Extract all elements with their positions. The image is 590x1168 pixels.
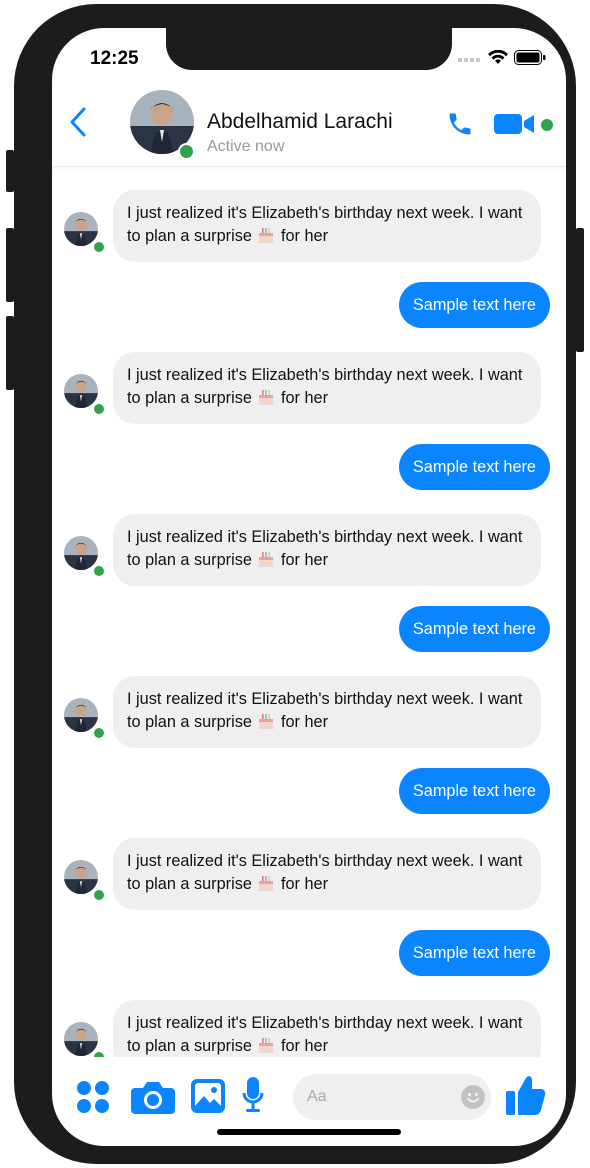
online-status-dot — [92, 564, 106, 578]
phone-icon[interactable] — [446, 110, 474, 138]
volume-up-button — [6, 228, 14, 302]
incoming-message-row: I just realized it's Elizabeth's birthda… — [52, 190, 566, 262]
incoming-message-bubble[interactable]: I just realized it's Elizabeth's birthda… — [113, 676, 541, 748]
silent-switch — [6, 150, 14, 192]
outgoing-message-row: Sample text here — [52, 444, 566, 490]
message-text: Sample text here — [412, 620, 536, 638]
incoming-message-bubble[interactable]: I just realized it's Elizabeth's birthda… — [113, 1000, 541, 1057]
outgoing-message-row: Sample text here — [52, 930, 566, 976]
camera-icon[interactable] — [131, 1080, 175, 1114]
outgoing-message-bubble[interactable]: Sample text here — [398, 282, 550, 328]
message-list[interactable]: I just realized it's Elizabeth's birthda… — [52, 167, 566, 1057]
birthday-cake-emoji — [256, 386, 276, 412]
incoming-message-bubble[interactable]: I just realized it's Elizabeth's birthda… — [113, 190, 541, 262]
birthday-cake-emoji — [256, 548, 276, 574]
grid-dots-icon[interactable] — [76, 1080, 110, 1114]
birthday-cake-emoji — [256, 710, 276, 736]
incoming-message-row: I just realized it's Elizabeth's birthda… — [52, 352, 566, 424]
birthday-cake-emoji — [256, 1034, 276, 1057]
incoming-message-bubble[interactable]: I just realized it's Elizabeth's birthda… — [113, 352, 541, 424]
image-icon[interactable] — [190, 1078, 226, 1114]
birthday-cake-emoji — [256, 224, 276, 250]
outgoing-message-bubble[interactable]: Sample text here — [398, 444, 550, 490]
message-text-tail: for her — [280, 1037, 329, 1055]
sender-avatar[interactable] — [64, 536, 98, 570]
video-camera-icon[interactable] — [494, 112, 538, 136]
message-text-tail: for her — [280, 551, 329, 569]
chevron-left-icon[interactable] — [68, 106, 90, 138]
message-text-tail: for her — [280, 713, 329, 731]
outgoing-message-row: Sample text here — [52, 768, 566, 814]
message-input-placeholder: Aa — [307, 1088, 327, 1105]
notch — [166, 28, 452, 70]
incoming-message-bubble[interactable]: I just realized it's Elizabeth's birthda… — [113, 838, 541, 910]
online-status-dot — [92, 402, 106, 416]
message-text: Sample text here — [412, 782, 536, 800]
sender-avatar[interactable] — [64, 1022, 98, 1056]
video-online-dot — [541, 119, 553, 131]
incoming-message-row: I just realized it's Elizabeth's birthda… — [52, 676, 566, 748]
message-text-tail: for her — [280, 227, 329, 245]
home-indicator[interactable] — [217, 1129, 401, 1135]
online-status-dot — [92, 240, 106, 254]
battery-icon — [514, 50, 546, 65]
outgoing-message-bubble[interactable]: Sample text here — [398, 768, 550, 814]
message-text: Sample text here — [412, 458, 536, 476]
message-text-tail: for her — [280, 875, 329, 893]
thumbs-up-icon[interactable] — [506, 1074, 546, 1116]
online-status-dot — [92, 726, 106, 740]
phone-frame: 12:25 Abdelhamid Larachi Active now I ju… — [14, 4, 576, 1164]
incoming-message-bubble[interactable]: I just realized it's Elizabeth's birthda… — [113, 514, 541, 586]
online-status-dot — [178, 143, 195, 160]
contact-name[interactable]: Abdelhamid Larachi — [207, 110, 393, 134]
birthday-cake-emoji — [256, 872, 276, 898]
outgoing-message-row: Sample text here — [52, 606, 566, 652]
outgoing-message-row: Sample text here — [52, 282, 566, 328]
power-button — [576, 228, 584, 352]
online-status-dot — [92, 888, 106, 902]
incoming-message-row: I just realized it's Elizabeth's birthda… — [52, 514, 566, 586]
chat-header: Abdelhamid Larachi Active now — [52, 88, 566, 167]
microphone-icon[interactable] — [242, 1076, 264, 1116]
volume-down-button — [6, 316, 14, 390]
message-text: Sample text here — [412, 944, 536, 962]
sender-avatar[interactable] — [64, 374, 98, 408]
incoming-message-row: I just realized it's Elizabeth's birthda… — [52, 1000, 566, 1057]
cellular-signal-icon — [458, 57, 480, 62]
wifi-icon — [488, 50, 508, 64]
status-icons — [458, 50, 546, 65]
message-input[interactable]: Aa — [293, 1074, 491, 1120]
smiley-icon[interactable] — [461, 1085, 485, 1109]
incoming-message-row: I just realized it's Elizabeth's birthda… — [52, 838, 566, 910]
presence-status: Active now — [207, 138, 285, 155]
online-status-dot — [92, 1050, 106, 1057]
message-text: Sample text here — [412, 296, 536, 314]
message-text-tail: for her — [280, 389, 329, 407]
outgoing-message-bubble[interactable]: Sample text here — [398, 606, 550, 652]
sender-avatar[interactable] — [64, 212, 98, 246]
outgoing-message-bubble[interactable]: Sample text here — [398, 930, 550, 976]
screen: 12:25 Abdelhamid Larachi Active now I ju… — [52, 28, 566, 1146]
sender-avatar[interactable] — [64, 698, 98, 732]
sender-avatar[interactable] — [64, 860, 98, 894]
status-time: 12:25 — [90, 48, 139, 69]
